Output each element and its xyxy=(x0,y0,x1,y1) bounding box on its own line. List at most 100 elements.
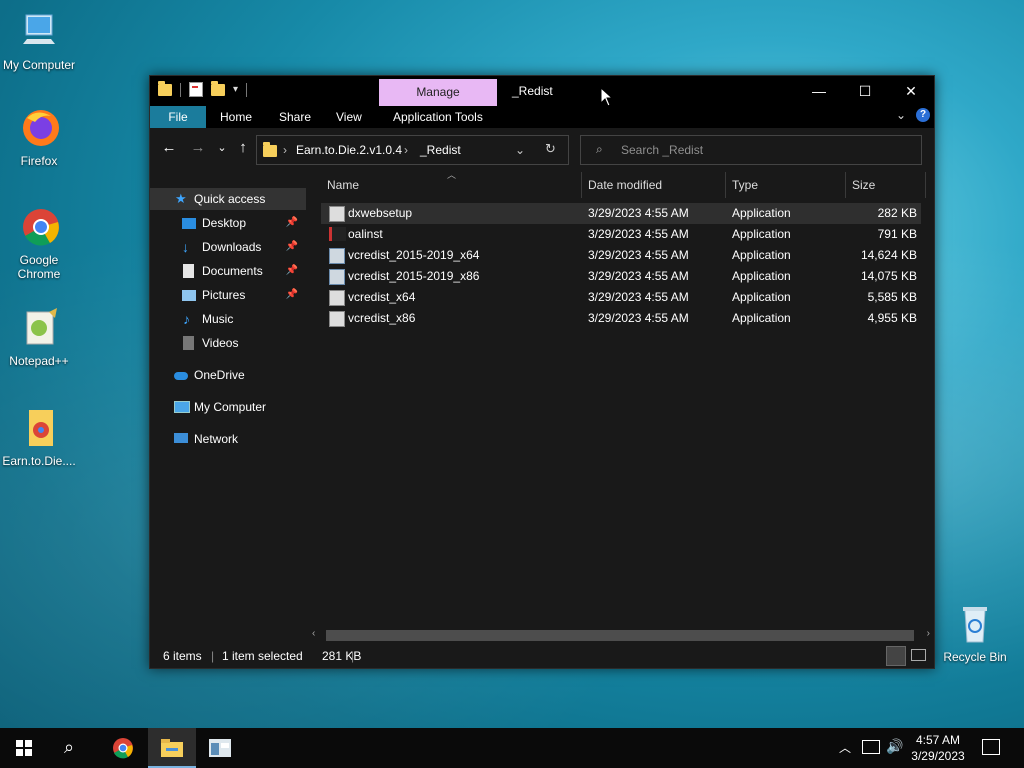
mouse-cursor-icon xyxy=(600,86,614,110)
taskbar-chrome[interactable] xyxy=(99,728,147,768)
chrome-icon xyxy=(17,205,61,249)
chevron-down-icon[interactable]: ⌄ xyxy=(896,108,906,122)
column-divider[interactable] xyxy=(925,172,926,198)
notification-center-icon[interactable] xyxy=(982,739,1000,755)
start-button[interactable] xyxy=(0,728,48,768)
refresh-icon[interactable]: ↻ xyxy=(545,141,556,157)
cloud-icon xyxy=(174,372,188,380)
pin-icon[interactable]: 📌 xyxy=(286,260,298,282)
sidebar-item-network[interactable]: Network xyxy=(150,428,306,450)
desktop-icon xyxy=(182,218,196,229)
desktop-icon-my-computer[interactable]: My Computer xyxy=(1,10,77,72)
tab-file[interactable]: File xyxy=(150,106,206,128)
address-bar[interactable]: › Earn.to.Die.2.v1.0.4 › _Redist ⌄ ↻ xyxy=(256,135,569,165)
desktop-icon-label: My Computer xyxy=(2,58,76,72)
desktop-icon-label: Earn.to.Die.... xyxy=(2,454,76,468)
file-row[interactable]: vcredist_2015-2019_x64 3/29/2023 4:55 AM… xyxy=(321,245,921,266)
desktop-icon-recycle-bin[interactable]: Recycle Bin xyxy=(937,602,1013,664)
taskbar-file-explorer[interactable] xyxy=(148,728,196,768)
desktop-icon-earn-to-die[interactable]: Earn.to.Die.... xyxy=(1,406,77,468)
windows-logo-icon xyxy=(16,740,32,756)
star-icon: ★ xyxy=(175,191,187,206)
address-dropdown-icon[interactable]: ⌄ xyxy=(515,143,525,157)
desktop-icon-chrome[interactable]: Google Chrome xyxy=(1,205,77,281)
column-header-size[interactable]: Size xyxy=(852,174,875,196)
scrollbar-thumb[interactable] xyxy=(326,630,914,641)
file-type: Application xyxy=(732,227,791,241)
sidebar-item-quick-access[interactable]: ★ Quick access xyxy=(150,188,306,210)
scroll-left-icon[interactable]: ‹ xyxy=(312,628,315,639)
new-folder-icon[interactable] xyxy=(211,80,225,96)
sidebar-item-documents[interactable]: Documents 📌 xyxy=(150,260,306,282)
help-icon[interactable]: ? xyxy=(916,108,930,122)
divider xyxy=(246,82,248,97)
maximize-button[interactable]: ☐ xyxy=(842,76,888,106)
column-header-date-modified[interactable]: Date modified xyxy=(588,174,662,196)
sidebar-item-label: Downloads xyxy=(202,240,262,254)
minimize-button[interactable]: — xyxy=(796,76,842,106)
properties-icon[interactable] xyxy=(189,82,203,97)
tab-view[interactable]: View xyxy=(336,106,362,128)
column-divider[interactable] xyxy=(845,172,846,198)
column-divider[interactable] xyxy=(581,172,582,198)
file-row[interactable]: vcredist_x86 3/29/2023 4:55 AM Applicati… xyxy=(321,308,921,329)
show-hidden-icons-chevron-icon[interactable]: ︿ xyxy=(839,739,851,756)
file-row[interactable]: vcredist_x64 3/29/2023 4:55 AM Applicati… xyxy=(321,287,921,308)
divider: | xyxy=(351,649,355,663)
breadcrumb-earn-to-die[interactable]: Earn.to.Die.2.v1.0.4 xyxy=(296,143,402,157)
details-view-icon[interactable] xyxy=(886,646,906,666)
sidebar-item-my-computer[interactable]: My Computer xyxy=(150,396,306,418)
music-note-icon: ♪ xyxy=(183,311,190,327)
customize-qat-icon[interactable]: ▾ xyxy=(233,84,238,95)
recent-locations-chevron-icon[interactable]: ⌄ xyxy=(212,138,232,158)
column-header-name[interactable]: Name xyxy=(327,174,359,196)
desktop-icon-notepadpp[interactable]: Notepad++ xyxy=(1,306,77,368)
pin-icon[interactable]: 📌 xyxy=(286,212,298,234)
sidebar-item-pictures[interactable]: Pictures 📌 xyxy=(150,284,306,306)
file-name: dxwebsetup xyxy=(348,206,413,220)
file-row[interactable]: dxwebsetup 3/29/2023 4:55 AM Application… xyxy=(321,203,921,224)
up-arrow-icon[interactable]: ↑ xyxy=(233,138,253,158)
search-icon: ⌕ xyxy=(596,142,603,156)
volume-icon[interactable]: 🔊 xyxy=(886,738,903,755)
file-date: 3/29/2023 4:55 AM xyxy=(588,290,689,304)
tab-share[interactable]: Share xyxy=(279,106,311,128)
column-header-type[interactable]: Type xyxy=(732,174,758,196)
close-button[interactable]: ✕ xyxy=(888,76,934,106)
tab-home[interactable]: Home xyxy=(220,106,252,128)
network-status-icon[interactable] xyxy=(862,740,880,754)
file-size: 5,585 KB xyxy=(867,290,917,304)
scroll-right-icon[interactable]: › xyxy=(927,628,930,639)
setup-app-icon xyxy=(329,290,345,306)
pin-icon[interactable]: 📌 xyxy=(286,284,298,306)
taskbar-app[interactable] xyxy=(196,728,244,768)
system-clock[interactable]: 4:57 AM 3/29/2023 xyxy=(902,732,974,764)
chrome-icon xyxy=(113,738,133,759)
folder-icon[interactable] xyxy=(158,80,172,96)
column-divider[interactable] xyxy=(725,172,726,198)
tab-application-tools[interactable]: Application Tools xyxy=(393,106,483,128)
search-button[interactable]: ⌕ xyxy=(48,728,96,768)
forward-arrow-icon[interactable]: → xyxy=(188,138,208,158)
sidebar-item-downloads[interactable]: ↓ Downloads 📌 xyxy=(150,236,306,258)
breadcrumb-redist[interactable]: _Redist xyxy=(420,143,461,157)
file-row[interactable]: vcredist_2015-2019_x86 3/29/2023 4:55 AM… xyxy=(321,266,921,287)
notepadpp-icon xyxy=(17,306,61,350)
setup-app-icon xyxy=(329,206,345,222)
pin-icon[interactable]: 📌 xyxy=(286,236,298,258)
breadcrumb-separator-icon[interactable]: › xyxy=(404,143,408,157)
breadcrumb-separator-icon[interactable]: › xyxy=(283,143,287,157)
manage-tab[interactable]: Manage xyxy=(379,79,497,106)
large-icons-view-icon[interactable] xyxy=(911,649,926,661)
search-box[interactable]: ⌕ Search _Redist xyxy=(580,135,922,165)
file-type: Application xyxy=(732,248,791,262)
back-arrow-icon[interactable]: ← xyxy=(159,138,179,158)
desktop-icon-label: Recycle Bin xyxy=(943,650,1007,664)
desktop-icon-firefox[interactable]: Firefox xyxy=(1,106,77,168)
horizontal-scrollbar[interactable]: ‹ › xyxy=(306,628,934,642)
sidebar-item-videos[interactable]: Videos xyxy=(150,332,306,354)
file-row[interactable]: oalinst 3/29/2023 4:55 AM Application 79… xyxy=(321,224,921,245)
sidebar-item-desktop[interactable]: Desktop 📌 xyxy=(150,212,306,234)
sidebar-item-music[interactable]: ♪ Music xyxy=(150,308,306,330)
sidebar-item-onedrive[interactable]: OneDrive xyxy=(150,364,306,386)
